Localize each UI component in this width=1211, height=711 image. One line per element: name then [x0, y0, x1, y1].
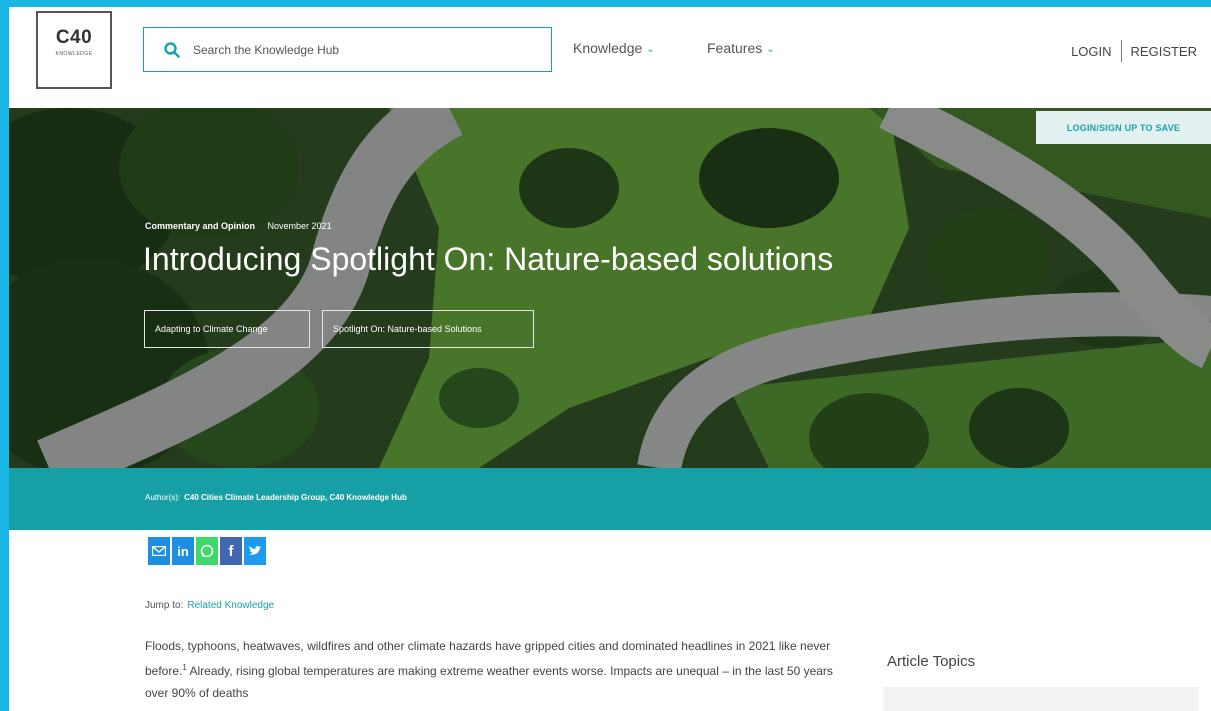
c40-logo[interactable]: C40 KNOWLEDGE: [36, 11, 112, 89]
hero-banner: LOGIN/SIGN UP TO SAVE Commentary and Opi…: [9, 108, 1211, 468]
login-link[interactable]: LOGIN: [1071, 44, 1111, 59]
jump-label: Jump to:: [145, 600, 184, 611]
article-text-part2: Already, rising global temperatures are …: [145, 664, 833, 700]
chevron-down-icon: ⌄: [766, 43, 775, 55]
twitter-icon[interactable]: [244, 537, 266, 565]
logo-subtext: KNOWLEDGE: [55, 51, 93, 57]
article-intro-paragraph: Floods, typhoons, heatwaves, wildfires a…: [145, 635, 845, 704]
nav-features-label: Features: [707, 40, 763, 56]
article-meta: Commentary and Opinion November 2021: [145, 221, 332, 231]
auth-divider: [1120, 40, 1122, 62]
search-box[interactable]: [143, 27, 552, 72]
nav-features[interactable]: Features ⌄: [707, 40, 775, 56]
login-to-save-button[interactable]: LOGIN/SIGN UP TO SAVE: [1036, 111, 1211, 144]
page-title: Introducing Spotlight On: Nature-based s…: [143, 241, 834, 277]
article-category[interactable]: Commentary and Opinion: [145, 221, 255, 231]
author-band: Author(s): C40 Cities Climate Leadership …: [9, 468, 1211, 530]
nav-knowledge[interactable]: Knowledge ⌄: [573, 40, 655, 56]
jump-related-knowledge-link[interactable]: Related Knowledge: [187, 600, 274, 611]
jump-to: Jump to: Related Knowledge: [145, 600, 274, 611]
nav-knowledge-label: Knowledge: [573, 40, 643, 56]
search-icon[interactable]: [163, 41, 181, 59]
tag-adapting-to-climate-change[interactable]: Adapting to Climate Change: [144, 310, 310, 348]
register-link[interactable]: REGISTER: [1131, 44, 1197, 59]
tag-spotlight-on-nbs[interactable]: Spotlight On: Nature-based Solutions: [322, 310, 534, 348]
article-topics-box: [883, 687, 1199, 711]
share-bar: in f: [148, 537, 266, 565]
authors-label: Author(s):: [145, 493, 181, 502]
auth-links: LOGIN REGISTER: [1071, 40, 1197, 62]
page: C40 KNOWLEDGE Knowledge ⌄ Features ⌄ LOG…: [9, 7, 1211, 711]
authors-names[interactable]: C40 Cities Climate Leadership Group, C40…: [184, 493, 407, 502]
whatsapp-icon[interactable]: [196, 537, 218, 565]
hero-aerial-park-image: [9, 108, 1211, 468]
article-topics-heading: Article Topics: [887, 653, 976, 670]
site-header: C40 KNOWLEDGE Knowledge ⌄ Features ⌄ LOG…: [9, 7, 1211, 108]
search-input[interactable]: [191, 41, 535, 58]
linkedin-icon[interactable]: in: [172, 537, 194, 565]
email-icon[interactable]: [148, 537, 170, 565]
facebook-icon[interactable]: f: [220, 537, 242, 565]
chevron-down-icon: ⌄: [646, 43, 655, 55]
logo-text: C40: [55, 27, 93, 48]
article-date: November 2021: [267, 221, 332, 231]
authors-line: Author(s): C40 Cities Climate Leadership …: [145, 493, 407, 502]
